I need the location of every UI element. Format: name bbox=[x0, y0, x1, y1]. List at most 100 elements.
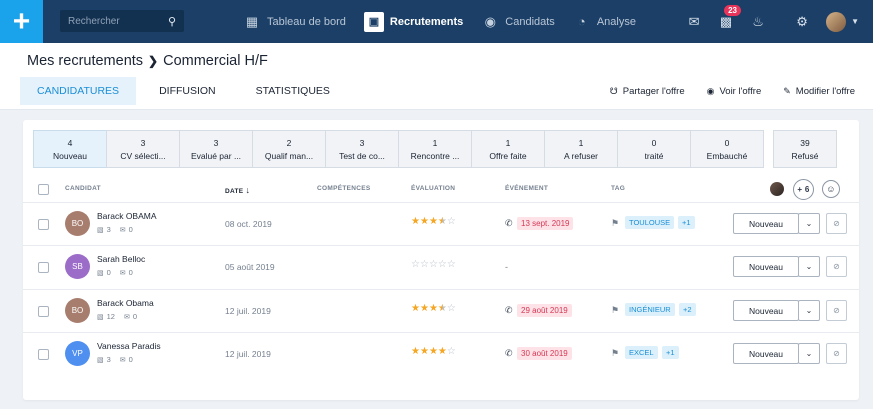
star-icon[interactable]: ★ bbox=[411, 304, 420, 314]
refuse-icon[interactable]: ⊘ bbox=[826, 343, 847, 364]
row-checkbox[interactable] bbox=[38, 219, 49, 230]
chevron-down-icon[interactable]: ⌄ bbox=[798, 256, 820, 277]
stage-embauche[interactable]: 0 Embauché bbox=[690, 130, 764, 168]
edit-offer-button[interactable]: ✎ Modifier l'offre bbox=[783, 86, 855, 97]
stage-offre-faite[interactable]: 1 Offre faite bbox=[471, 130, 545, 168]
search-icon[interactable]: ⚲ bbox=[168, 15, 176, 28]
star-icon[interactable]: ★ bbox=[429, 217, 438, 227]
rating-stars[interactable]: ★ ★ ★ ★ ☆ bbox=[411, 304, 456, 314]
tab-diffusion[interactable]: DIFFUSION bbox=[142, 77, 233, 105]
search-input[interactable] bbox=[68, 15, 164, 27]
star-icon[interactable]: ☆ bbox=[447, 347, 456, 357]
mail-icon[interactable]: ✉ bbox=[684, 12, 704, 32]
candidate-avatar[interactable]: VP bbox=[65, 341, 90, 366]
nav-recruitments[interactable]: ▣ Recrutements bbox=[363, 0, 463, 43]
star-icon[interactable]: ★ bbox=[429, 304, 438, 314]
candidate-avatar[interactable]: BO bbox=[65, 211, 90, 236]
chevron-down-icon[interactable]: ⌄ bbox=[798, 300, 820, 321]
nav-analysis[interactable]: ◔ Analyse bbox=[573, 0, 636, 43]
star-icon[interactable]: ★ bbox=[429, 347, 438, 357]
breadcrumb-parent[interactable]: Mes recrutements bbox=[27, 53, 143, 69]
stage-rencontre[interactable]: 1 Rencontre ... bbox=[398, 130, 472, 168]
user-avatar[interactable] bbox=[826, 11, 847, 32]
refuse-icon[interactable]: ⊘ bbox=[826, 256, 847, 277]
gear-icon[interactable]: ⚙ bbox=[792, 12, 812, 32]
candidate-name[interactable]: Barack Obama bbox=[97, 298, 154, 308]
chevron-down-icon[interactable]: ▼ bbox=[851, 17, 859, 26]
stage-test[interactable]: 3 Test de co... bbox=[325, 130, 399, 168]
candidate-avatar[interactable]: SB bbox=[65, 254, 90, 279]
stage-cv-selection[interactable]: 3 CV sélecti... bbox=[106, 130, 180, 168]
status-button[interactable]: Nouveau bbox=[733, 343, 799, 364]
table-row[interactable]: BO Barack OBAMA ▧ 3 ✉ 0 08 oct. 2019 ★ ★ ★ ★ ☆ ✆ 13 s… bbox=[23, 202, 859, 245]
inbox-icon[interactable]: ▩ 23 bbox=[716, 4, 741, 32]
tab-statistiques[interactable]: STATISTIQUES bbox=[239, 77, 347, 105]
star-icon[interactable]: ★ bbox=[420, 217, 429, 227]
team-member-avatar[interactable] bbox=[770, 182, 784, 196]
star-icon[interactable]: ★ bbox=[438, 347, 447, 357]
candidate-name[interactable]: Barack OBAMA bbox=[97, 211, 157, 221]
tag-more-chip[interactable]: +1 bbox=[662, 346, 679, 359]
star-icon[interactable]: ★ bbox=[438, 304, 447, 314]
status-button[interactable]: Nouveau bbox=[733, 300, 799, 321]
nav-candidates[interactable]: ◉ Candidats bbox=[481, 0, 555, 43]
row-checkbox[interactable] bbox=[38, 306, 49, 317]
status-button[interactable]: Nouveau bbox=[733, 256, 799, 277]
column-date[interactable]: DATE ↓ bbox=[225, 185, 250, 195]
candidate-name[interactable]: Sarah Belloc bbox=[97, 254, 145, 264]
stage-evalue[interactable]: 3 Evalué par ... bbox=[179, 130, 253, 168]
rating-stars[interactable]: ★ ★ ★ ★ ☆ bbox=[411, 347, 456, 357]
star-icon[interactable]: ☆ bbox=[420, 260, 429, 270]
refuse-icon[interactable]: ⊘ bbox=[826, 213, 847, 234]
star-icon[interactable]: ★ bbox=[438, 217, 447, 227]
globe-icon: ◉ bbox=[484, 13, 496, 29]
star-icon[interactable]: ★ bbox=[411, 347, 420, 357]
event-date-badge[interactable]: 13 sept. 2019 bbox=[517, 217, 574, 230]
tag-chip[interactable]: TOULOUSE bbox=[625, 216, 675, 229]
table-row[interactable]: VP Vanessa Paradis ▧ 3 ✉ 0 12 juil. 2019 ★ ★ ★ ★ ☆ ✆… bbox=[23, 332, 859, 375]
rating-stars[interactable]: ★ ★ ★ ★ ☆ bbox=[411, 217, 456, 227]
status-button[interactable]: Nouveau bbox=[733, 213, 799, 234]
column-candidat[interactable]: CANDIDAT bbox=[65, 185, 101, 192]
search-box[interactable]: ⚲ bbox=[60, 10, 184, 32]
tag-more-chip[interactable]: +2 bbox=[679, 303, 696, 316]
select-all-checkbox[interactable] bbox=[38, 184, 49, 195]
star-icon[interactable]: ☆ bbox=[447, 217, 456, 227]
stage-nouveau[interactable]: 4 Nouveau bbox=[33, 130, 107, 168]
star-icon[interactable]: ☆ bbox=[447, 304, 456, 314]
star-icon[interactable]: ☆ bbox=[447, 260, 456, 270]
view-offer-button[interactable]: ◉ Voir l'offre bbox=[707, 86, 762, 97]
stage-refuse[interactable]: 39 Refusé bbox=[773, 130, 837, 168]
event-date-badge[interactable]: 29 août 2019 bbox=[517, 304, 572, 317]
star-icon[interactable]: ★ bbox=[420, 304, 429, 314]
stage-traite[interactable]: 0 traité bbox=[617, 130, 691, 168]
nav-dashboard[interactable]: ▦ Tableau de bord bbox=[243, 0, 346, 43]
add-member-icon[interactable]: ☺ bbox=[822, 180, 840, 198]
create-plus-button[interactable]: + bbox=[0, 0, 43, 43]
star-icon[interactable]: ★ bbox=[420, 347, 429, 357]
star-icon[interactable]: ☆ bbox=[411, 260, 420, 270]
chevron-down-icon[interactable]: ⌄ bbox=[798, 343, 820, 364]
tag-chip[interactable]: INGÉNIEUR bbox=[625, 303, 675, 316]
stage-qualif[interactable]: 2 Qualif man... bbox=[252, 130, 326, 168]
tag-chip[interactable]: EXCEL bbox=[625, 346, 658, 359]
bell-icon[interactable]: ♨ bbox=[748, 12, 768, 32]
chevron-down-icon[interactable]: ⌄ bbox=[798, 213, 820, 234]
star-icon[interactable]: ☆ bbox=[438, 260, 447, 270]
star-icon[interactable]: ☆ bbox=[429, 260, 438, 270]
rating-stars[interactable]: ☆ ☆ ☆ ☆ ☆ bbox=[411, 260, 456, 270]
row-checkbox[interactable] bbox=[38, 349, 49, 360]
refuse-icon[interactable]: ⊘ bbox=[826, 300, 847, 321]
more-members-button[interactable]: + 6 bbox=[793, 179, 814, 200]
tag-more-chip[interactable]: +1 bbox=[678, 216, 695, 229]
stage-a-refuser[interactable]: 1 A refuser bbox=[544, 130, 618, 168]
tab-candidatures[interactable]: CANDIDATURES bbox=[20, 77, 137, 105]
candidate-avatar[interactable]: BO bbox=[65, 298, 90, 323]
star-icon[interactable]: ★ bbox=[411, 217, 420, 227]
candidate-name[interactable]: Vanessa Paradis bbox=[97, 341, 161, 351]
share-offer-button[interactable]: ☋ Partager l'offre bbox=[610, 86, 685, 97]
table-row[interactable]: SB Sarah Belloc ▧ 0 ✉ 0 05 août 2019 ☆ ☆ ☆ ☆ ☆ - Nouv… bbox=[23, 245, 859, 288]
row-checkbox[interactable] bbox=[38, 262, 49, 273]
event-date-badge[interactable]: 30 août 2019 bbox=[517, 347, 572, 360]
table-row[interactable]: BO Barack Obama ▧ 12 ✉ 0 12 juil. 2019 ★ ★ ★ ★ ☆ ✆ 29… bbox=[23, 289, 859, 332]
